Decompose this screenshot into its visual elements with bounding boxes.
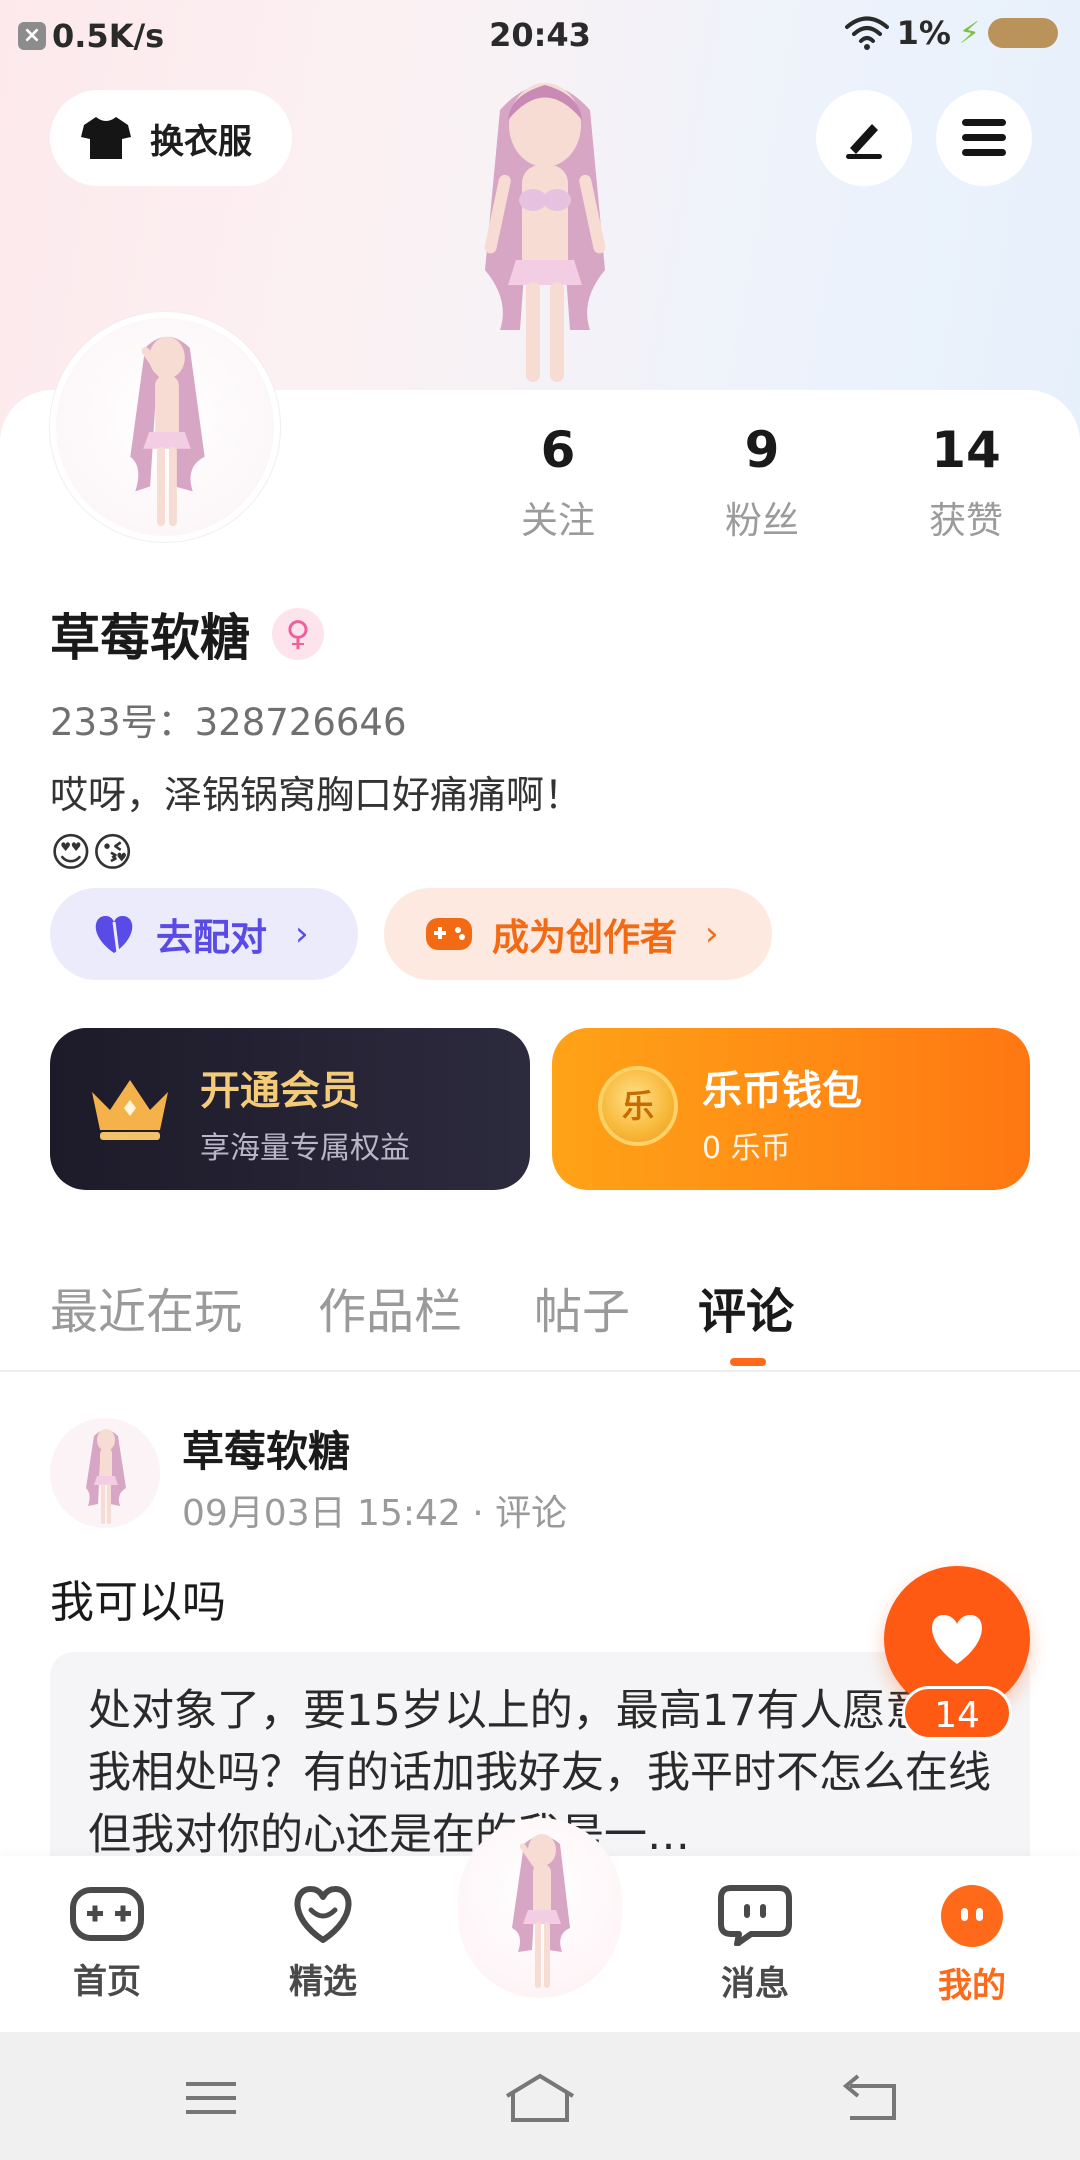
nav-messages[interactable]: 消息 <box>680 1884 830 2005</box>
tab-posts[interactable]: 帖子 <box>534 1272 630 1342</box>
edit-profile-button[interactable] <box>816 90 912 186</box>
nav-featured-label: 精选 <box>289 1962 357 2002</box>
stat-followers-label: 粉丝 <box>725 499 799 542</box>
stat-followers-count: 9 <box>744 421 780 479</box>
pair-button[interactable]: 去配对 › <box>50 888 358 980</box>
wallet-title: 乐币钱包 <box>702 1068 862 1114</box>
active-tab-indicator <box>730 1358 766 1366</box>
tab-recently-played[interactable]: 最近在玩 <box>50 1272 242 1342</box>
like-count: 14 <box>902 1686 1012 1740</box>
coin-wallet-card[interactable]: 乐 乐币钱包 0 乐币 <box>552 1028 1030 1190</box>
chevron-right-icon: › <box>705 914 719 954</box>
pair-label: 去配对 <box>156 916 267 959</box>
status-bar: × 0.5K/s 20:43 1% ⚡ <box>0 0 1080 72</box>
avatar[interactable] <box>50 312 280 542</box>
recent-apps-icon[interactable] <box>166 2068 256 2128</box>
stat-likes-label: 获赞 <box>929 499 1003 542</box>
nav-profile-label: 我的 <box>938 1966 1006 2006</box>
post-author-name[interactable]: 草莓软糖 <box>182 1418 350 1479</box>
comment-text[interactable]: 我可以吗 <box>50 1566 226 1630</box>
nav-home[interactable]: 首页 <box>32 1884 182 2003</box>
nav-home-label: 首页 <box>73 1962 141 2002</box>
nav-featured[interactable]: 精选 <box>248 1884 398 2003</box>
message-icon <box>718 1885 792 1947</box>
heart-icon <box>95 915 133 954</box>
charging-icon: ⚡ <box>958 15 980 51</box>
creator-label: 成为创作者 <box>492 916 677 959</box>
back-icon[interactable] <box>824 2068 914 2128</box>
system-navigation-bar <box>0 2032 1080 2160</box>
change-outfit-button[interactable]: 换衣服 <box>50 90 292 186</box>
nav-messages-label: 消息 <box>721 1964 789 2004</box>
stat-following-label: 关注 <box>521 499 595 542</box>
post-meta: 09月03日 15:42 · 评论 <box>182 1493 568 1534</box>
username: 草莓软糖 <box>50 609 250 667</box>
change-outfit-label: 换衣服 <box>150 121 252 162</box>
stat-following[interactable]: 6 关注 <box>478 420 638 544</box>
tab-works[interactable]: 作品栏 <box>318 1272 462 1342</box>
avatar-image <box>130 336 205 527</box>
stat-followers[interactable]: 9 粉丝 <box>682 420 842 544</box>
tab-comments[interactable]: 评论 <box>698 1272 794 1342</box>
bio: 哎呀，泽锅锅窝胸口好痛痛啊！ 😍😘 <box>50 766 582 882</box>
crown-icon <box>92 1080 168 1140</box>
vip-membership-card[interactable]: 开通会员 享海量专属权益 <box>50 1028 530 1190</box>
name-row: 草莓软糖 ♀ <box>50 598 324 670</box>
avatar-character-icon <box>512 1834 570 1988</box>
vip-subtitle: 享海量专属权益 <box>200 1131 410 1166</box>
become-creator-button[interactable]: 成为创作者 › <box>384 888 772 980</box>
profile-icon <box>941 1885 1003 1947</box>
post-author-avatar[interactable] <box>50 1418 160 1528</box>
gamepad-icon <box>426 918 472 950</box>
edit-icon <box>846 124 882 159</box>
featured-icon <box>294 1886 352 1943</box>
menu-icon <box>962 119 1006 156</box>
nav-profile[interactable]: 我的 <box>897 1884 1047 2007</box>
menu-button[interactable] <box>936 90 1032 186</box>
wifi-icon <box>844 16 889 50</box>
nav-avatar-button[interactable] <box>458 1818 622 1998</box>
female-icon: ♀ <box>272 608 324 660</box>
post-avatar-image <box>86 1429 126 1524</box>
coin-icon: 乐 <box>598 1066 678 1146</box>
chevron-right-icon: › <box>295 914 309 954</box>
avatar-character-image[interactable] <box>430 70 660 390</box>
stat-likes-count: 14 <box>931 421 1001 479</box>
battery-icon <box>988 18 1058 48</box>
wallet-balance: 0 乐币 <box>702 1131 791 1166</box>
bio-emoji: 😍😘 <box>50 830 134 876</box>
status-right: 1% ⚡ <box>844 14 1058 52</box>
stat-following-count: 6 <box>540 421 576 479</box>
heart-icon <box>932 1614 982 1664</box>
stat-likes[interactable]: 14 获赞 <box>886 420 1046 544</box>
bio-text: 哎呀，泽锅锅窝胸口好痛痛啊！ <box>50 773 583 817</box>
home-icon[interactable] <box>495 2068 585 2128</box>
shirt-icon <box>81 117 131 159</box>
vip-title: 开通会员 <box>200 1068 360 1114</box>
user-id[interactable]: 233号：328726646 <box>50 692 407 746</box>
gamepad-icon <box>70 1887 144 1941</box>
profile-tabs: 最近在玩 作品栏 帖子 评论 <box>0 1260 1080 1372</box>
battery-percent: 1% <box>896 14 951 52</box>
